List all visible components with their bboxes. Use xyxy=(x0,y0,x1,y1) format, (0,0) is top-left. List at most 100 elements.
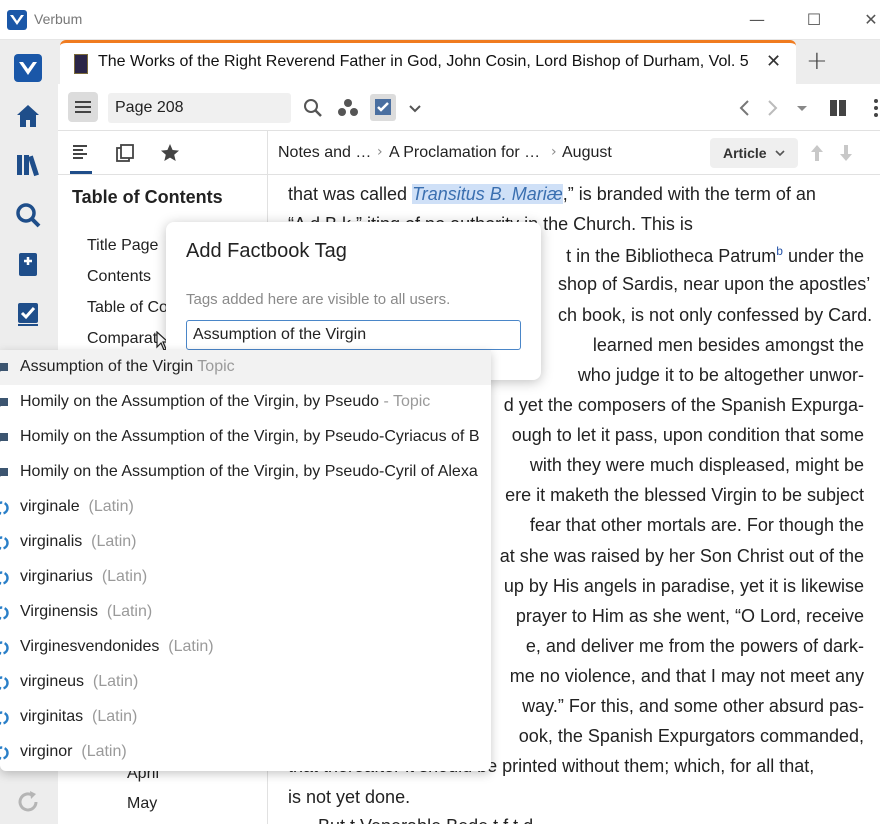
toc-item-title-page[interactable]: Title Page xyxy=(87,237,158,255)
text-line: ere it maketh the blessed Virgin to be s… xyxy=(505,485,864,505)
suggestion-text: Homily on the Assumption of the Virgin, … xyxy=(20,428,480,445)
suggestion-item[interactable]: virgineus (Latin) xyxy=(0,665,491,700)
lemma-icon xyxy=(0,570,10,586)
close-tab-button[interactable]: ✕ xyxy=(766,51,781,72)
maximize-button[interactable]: ☐ xyxy=(801,8,827,32)
highlighted-selection[interactable]: Transitus B. Mariæ xyxy=(412,184,563,204)
minimize-button[interactable]: — xyxy=(744,8,770,32)
search-icon[interactable] xyxy=(302,97,324,119)
text-line: t in the Bibliotheca Patrumb under the xyxy=(566,244,864,266)
back-arrow-icon[interactable] xyxy=(734,97,756,119)
history-dropdown-icon[interactable] xyxy=(791,97,813,119)
window-title-bar: Verbum — ☐ ✕ xyxy=(0,0,880,40)
text-line: way.” For this, and some other absurd pa… xyxy=(522,696,864,716)
suggestion-text: Assumption of the Virgin xyxy=(20,358,194,375)
topic-icon xyxy=(0,430,10,446)
library-icon[interactable] xyxy=(14,151,42,179)
more-options-icon[interactable] xyxy=(864,97,880,119)
suggestion-item[interactable]: Virginensis (Latin) xyxy=(0,595,491,630)
checklist-icon[interactable] xyxy=(370,94,396,121)
copies-tab-icon[interactable] xyxy=(114,142,136,164)
text-line: learned men besides amongst the xyxy=(592,335,864,355)
suggestion-item[interactable]: virginarius (Latin) xyxy=(0,560,491,595)
text-line: ook, the Spanish Expurgators commanded, xyxy=(518,726,864,746)
sync-icon[interactable] xyxy=(14,788,42,816)
suggestion-text: virginale xyxy=(20,498,80,515)
favorites-star-icon[interactable] xyxy=(159,142,181,164)
document-tab[interactable]: The Works of the Right Reverend Father i… xyxy=(60,40,796,85)
panel-menu-button[interactable] xyxy=(68,92,98,122)
topic-icon xyxy=(0,465,10,481)
new-tab-button[interactable]: + xyxy=(806,46,828,76)
footnote-marker[interactable]: b xyxy=(776,244,783,258)
next-section-arrow-icon[interactable] xyxy=(836,142,856,164)
previous-section-arrow-icon[interactable] xyxy=(807,142,827,164)
text-line: prayer to Him as she went, “O Lord, rece… xyxy=(515,606,864,626)
article-mode-label: Article xyxy=(723,145,767,161)
suggestion-label: Homily on the Assumption of the Virgin, … xyxy=(20,393,430,411)
toc-item-may[interactable]: May xyxy=(127,795,157,813)
search-icon[interactable] xyxy=(14,201,42,229)
suggestion-type: (Latin) xyxy=(72,743,127,760)
chevron-down-icon xyxy=(774,138,786,178)
text-line: me no violence, and that I may not meet … xyxy=(509,666,864,686)
suggestion-text: virgineus xyxy=(20,673,85,690)
text-line: ch book, is not only confessed by Card. xyxy=(558,305,873,325)
suggestion-label: virginor (Latin) xyxy=(20,743,127,761)
article-mode-button[interactable]: Article xyxy=(710,138,798,168)
suggestion-label: virginale (Latin) xyxy=(20,498,134,516)
text-line: e, and deliver me from the powers of dar… xyxy=(525,636,864,656)
app-title: Verbum xyxy=(34,11,83,27)
suggestion-item[interactable]: virginitas (Latin) xyxy=(0,700,491,735)
toc-item-table-of-contents[interactable]: Table of Co xyxy=(87,299,168,317)
toc-item-comparative[interactable]: Comparat xyxy=(87,330,157,348)
suggestion-item[interactable]: Assumption of the Virgin Topic xyxy=(0,350,491,385)
suggestion-label: virgineus (Latin) xyxy=(20,673,138,691)
layout-icon[interactable] xyxy=(827,97,849,119)
reader-toolbar xyxy=(58,85,880,131)
suggestion-item[interactable]: virginor (Latin) xyxy=(0,735,491,770)
suggestion-item[interactable]: Homily on the Assumption of the Virgin, … xyxy=(0,420,491,455)
dialog-title: Add Factbook Tag xyxy=(186,240,347,262)
guides-icon[interactable] xyxy=(14,250,42,278)
visual-filters-icon[interactable] xyxy=(337,97,359,119)
factbook-tag-input[interactable] xyxy=(186,320,521,350)
tag-suggestions-dropdown: Assumption of the Virgin Topic Homily on … xyxy=(0,350,491,771)
home-icon[interactable] xyxy=(14,102,42,130)
breadcrumb-item[interactable]: A Proclamation for … xyxy=(389,144,540,162)
text-line: at she was raised by her Son Christ out … xyxy=(499,546,864,566)
suggestion-type: - Topic xyxy=(379,393,431,410)
suggestion-type: (Latin) xyxy=(97,603,153,620)
toc-item-contents[interactable]: Contents xyxy=(87,268,151,286)
text-line: fear that other mortals are. For though … xyxy=(529,515,864,535)
suggestion-item[interactable]: Virginesvendonides (Latin) xyxy=(0,630,491,665)
table-of-contents-tab-icon[interactable] xyxy=(70,141,92,163)
breadcrumb-item[interactable]: Notes and … xyxy=(278,144,371,162)
topic-icon xyxy=(0,360,10,376)
suggestion-item[interactable]: Homily on the Assumption of the Virgin, … xyxy=(0,385,491,420)
suggestion-type: (Latin) xyxy=(82,533,137,550)
suggestion-type: (Latin) xyxy=(159,638,214,655)
chevron-down-icon[interactable] xyxy=(404,97,426,119)
text-line: But t Venerable Bede t f t d xyxy=(318,816,880,824)
tasks-icon[interactable] xyxy=(14,299,42,327)
suggestion-label: Homily on the Assumption of the Virgin, … xyxy=(20,428,479,446)
topic-icon xyxy=(0,395,10,411)
toc-heading: Table of Contents xyxy=(72,187,223,207)
suggestion-item[interactable]: virginalis (Latin) xyxy=(0,525,491,560)
page-reference-input[interactable] xyxy=(108,93,291,123)
verbum-home-logo-icon[interactable] xyxy=(14,54,42,82)
close-window-button[interactable]: ✕ xyxy=(858,8,880,32)
breadcrumb-separator: › xyxy=(377,144,383,160)
dialog-help-text: Tags added here are visible to all users… xyxy=(186,291,451,308)
suggestion-type: (Latin) xyxy=(92,568,148,585)
text-line: who judge it to be altogether unwor- xyxy=(577,365,864,385)
breadcrumb-item[interactable]: August xyxy=(562,144,612,162)
breadcrumb-bar: Notes and … › A Proclamation for … › Aug… xyxy=(268,131,880,175)
suggestion-text: Homily on the Assumption of the Virgin, … xyxy=(20,463,478,480)
suggestion-item[interactable]: virginale (Latin) xyxy=(0,490,491,525)
forward-arrow-icon[interactable] xyxy=(761,97,783,119)
suggestion-text: Virginesvendonides xyxy=(20,638,160,655)
suggestion-item[interactable]: Homily on the Assumption of the Virgin, … xyxy=(0,455,491,490)
suggestion-text: virginalis xyxy=(20,533,83,550)
